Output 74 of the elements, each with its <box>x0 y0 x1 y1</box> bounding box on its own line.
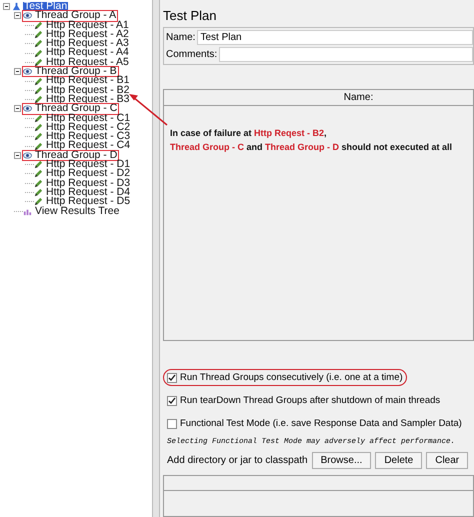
panel-title: Test Plan <box>163 8 218 23</box>
checkbox-option[interactable]: Run tearDown Thread Groups after shutdown of main threads <box>163 392 444 409</box>
pencil-icon <box>34 160 43 170</box>
tree-item[interactable]: Http Request - D2 <box>34 169 132 179</box>
checkbox-option[interactable]: Functional Test Mode (i.e. save Response Data and Sampler Data) <box>163 415 466 432</box>
pencil-icon <box>34 142 43 151</box>
pencil-icon <box>34 39 43 48</box>
tree-item[interactable]: Thread Group - C <box>23 104 118 114</box>
tree-item[interactable]: Http Request - D3 <box>34 178 132 188</box>
annotation-text: , <box>324 128 327 138</box>
pencil-icon <box>34 58 43 67</box>
pencil-icon <box>34 197 43 206</box>
flask-icon <box>12 2 21 12</box>
collapse-toggle[interactable] <box>14 105 21 112</box>
pencil-icon <box>34 188 43 198</box>
comments-field[interactable] <box>219 47 473 62</box>
tree-item[interactable]: Http Request - A5 <box>34 58 130 68</box>
field-label: Comments: <box>166 49 218 60</box>
annotation-text: Http Reqest - B2 <box>254 128 324 138</box>
pencil-icon <box>34 132 43 142</box>
collapse-toggle[interactable] <box>14 12 21 20</box>
classpath-button[interactable]: Clear <box>426 452 468 469</box>
tree-item[interactable]: Thread Group - A <box>23 11 118 21</box>
checkbox[interactable] <box>167 372 177 382</box>
tree-item[interactable]: Http Request - A2 <box>34 30 130 40</box>
tree-item[interactable]: Http Request - A3 <box>34 39 130 48</box>
pencil-icon <box>34 178 43 188</box>
checkbox[interactable] <box>167 396 177 406</box>
pencil-icon <box>34 20 43 30</box>
checkbox[interactable] <box>167 418 177 428</box>
pencil-icon <box>34 169 43 178</box>
pencil-icon <box>34 48 43 58</box>
tree-item[interactable]: Http Request - A4 <box>34 48 130 58</box>
checkbox-option[interactable]: Run Thread Groups consecutively (i.e. one at a time) <box>163 369 407 386</box>
pencil-icon <box>34 30 43 40</box>
pencil-icon <box>34 123 43 132</box>
collapse-toggle[interactable] <box>3 3 10 10</box>
eye-icon <box>23 67 32 76</box>
field-label: Name: <box>166 32 196 43</box>
arrow <box>129 94 168 126</box>
collapse-toggle[interactable] <box>14 68 21 76</box>
eye-icon <box>23 150 32 160</box>
pencil-icon <box>34 86 43 95</box>
chart-icon <box>23 206 32 216</box>
column-header: Name: <box>344 92 374 103</box>
annotation-text: should not executed at all <box>340 142 452 152</box>
collapse-toggle[interactable] <box>14 152 21 159</box>
pencil-icon <box>34 114 43 123</box>
annotation-text: Thread Group - C <box>170 142 244 152</box>
tree-item[interactable]: Http Request - C4 <box>34 141 132 151</box>
tree-item[interactable]: Http Request - A1 <box>34 20 130 30</box>
classpath-button[interactable]: Delete <box>375 452 422 469</box>
tree-item[interactable]: Http Request - B2 <box>34 86 130 95</box>
annotation-text: Thread Group - D <box>265 142 340 152</box>
pencil-icon <box>34 95 43 104</box>
tree-item[interactable]: Http Request - C2 <box>34 122 132 132</box>
annotation-text: In case of failure at <box>170 128 253 138</box>
tree-item[interactable]: Http Request - D1 <box>34 160 132 170</box>
tree-item[interactable]: Thread Group - B <box>23 67 118 76</box>
pencil-icon <box>34 76 43 86</box>
eye-icon <box>23 104 32 114</box>
tree-item[interactable]: Http Request - B1 <box>34 76 130 86</box>
classpath-label: Add directory or jar to classpath <box>167 455 308 466</box>
tree-item[interactable]: Thread Group - D <box>23 150 118 160</box>
tree-item[interactable]: Http Request - C1 <box>34 114 132 123</box>
tree-item[interactable]: Http Request - D4 <box>34 188 132 198</box>
classpath-button[interactable]: Browse... <box>312 452 372 469</box>
eye-icon <box>23 11 32 20</box>
tree-item[interactable]: View Results Tree <box>23 206 120 216</box>
tree-item[interactable]: Http Request - C3 <box>34 132 132 142</box>
tree-item[interactable]: Http Request - D5 <box>34 197 132 207</box>
name-field[interactable]: Test Plan <box>197 30 473 45</box>
tree-item[interactable]: Http Request - B3 <box>34 94 130 104</box>
annotation-text: and <box>246 142 264 152</box>
